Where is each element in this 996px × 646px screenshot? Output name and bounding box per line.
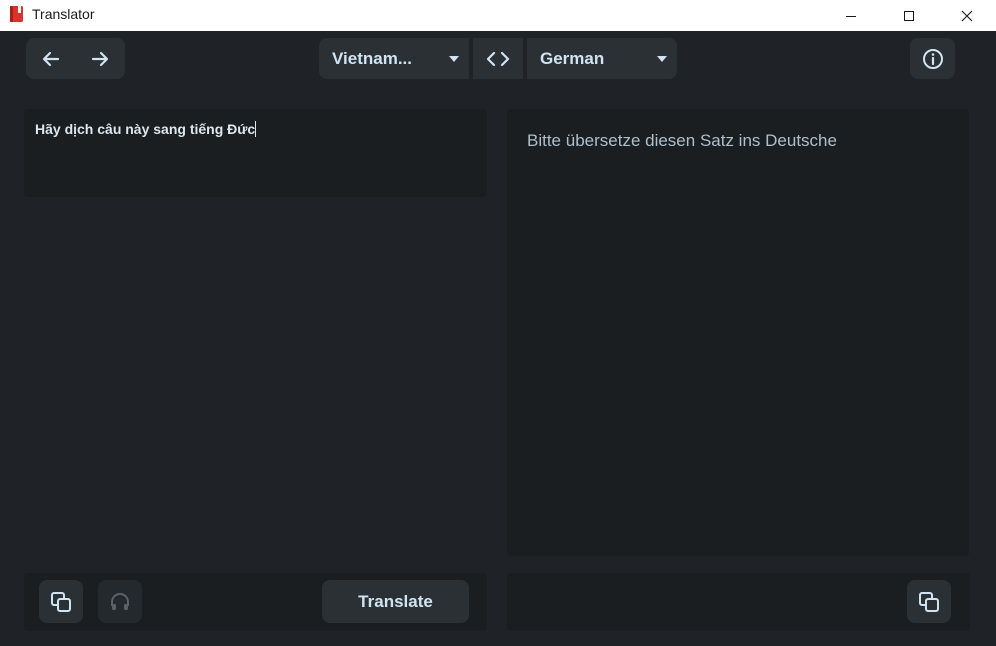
toolbar: Vietnam... German <box>0 31 996 91</box>
info-circle-icon <box>922 48 943 69</box>
chevron-down-icon <box>657 55 667 62</box>
title-bar: Translator <box>0 0 996 31</box>
chevron-down-icon <box>449 55 459 62</box>
text-caret <box>255 121 257 137</box>
info-button[interactable] <box>910 38 955 79</box>
target-language-label: German <box>540 48 605 68</box>
history-navigation <box>26 38 125 79</box>
minimize-icon <box>846 15 856 17</box>
close-button[interactable] <box>938 0 996 31</box>
target-language-dropdown[interactable]: German <box>527 38 677 79</box>
maximize-icon <box>904 10 914 21</box>
source-text-content: Hãy dịch câu này sang tiếng Đức <box>35 121 257 137</box>
translation-actions-bar <box>507 573 970 631</box>
copy-icon <box>919 591 939 612</box>
source-actions-bar: Translate <box>24 573 487 631</box>
translation-output: Bitte übersetze diesen Satz ins Deutsche <box>507 109 969 556</box>
swap-languages-button[interactable] <box>473 38 523 79</box>
back-button[interactable] <box>26 38 75 79</box>
arrow-right-icon <box>91 51 108 66</box>
forward-button[interactable] <box>75 38 124 79</box>
code-brackets-icon <box>486 51 510 66</box>
book-icon <box>9 5 25 23</box>
maximize-button[interactable] <box>880 0 938 31</box>
arrow-left-icon <box>42 51 59 66</box>
listen-button[interactable] <box>98 580 142 623</box>
source-language-label: Vietnam... <box>332 48 412 68</box>
minimize-button[interactable] <box>822 0 880 31</box>
headphones-icon <box>111 592 129 610</box>
translate-button[interactable]: Translate <box>322 580 469 623</box>
copy-translation-button[interactable] <box>907 580 951 623</box>
copy-source-button[interactable] <box>39 580 83 623</box>
source-language-dropdown[interactable]: Vietnam... <box>319 38 469 79</box>
window-title: Translator <box>32 6 95 22</box>
copy-icon <box>51 591 71 612</box>
source-text-input[interactable]: Hãy dịch câu này sang tiếng Đức <box>24 109 487 197</box>
translation-text: Bitte übersetze diesen Satz ins Deutsche <box>527 131 837 150</box>
close-icon <box>961 10 973 21</box>
